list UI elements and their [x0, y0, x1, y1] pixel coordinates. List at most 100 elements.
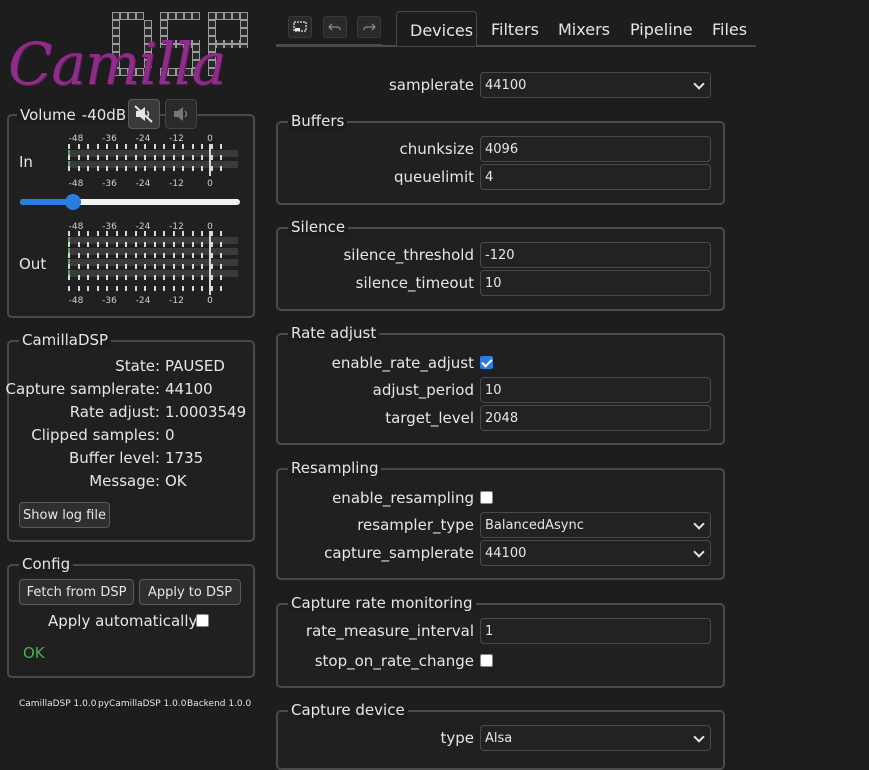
- meter-tick: [182, 144, 184, 176]
- samplerate-label: samplerate: [388, 76, 474, 94]
- silence-threshold-input[interactable]: -120: [480, 242, 711, 268]
- rate-measure-interval-input[interactable]: 1: [480, 618, 711, 644]
- mute-button[interactable]: [128, 99, 160, 129]
- meter-tick: [134, 231, 137, 295]
- queuelimit-input[interactable]: 4: [480, 164, 711, 190]
- status-key: Rate adjust:: [69, 403, 160, 421]
- samplerate-select[interactable]: 44100: [480, 72, 711, 98]
- capture-samplerate-label: capture_samplerate: [324, 544, 474, 562]
- meter-tick: [163, 144, 165, 176]
- version-pycamilladsp: pyCamillaDSP 1.0.0: [98, 699, 187, 709]
- fetch-from-dsp-button[interactable]: Fetch from DSP: [19, 579, 134, 605]
- tab-mixers[interactable]: Mixers: [558, 20, 610, 39]
- logo-script-text: Camilla: [8, 30, 226, 98]
- chunksize-label: chunksize: [399, 140, 474, 158]
- config-legend: Config: [19, 555, 74, 573]
- stop-on-rate-change-checkbox[interactable]: [480, 654, 493, 667]
- capture-samplerate-select[interactable]: 44100: [480, 540, 711, 566]
- show-log-button[interactable]: Show log file: [19, 502, 110, 528]
- config-status-text: OK: [23, 644, 45, 662]
- meter-tick: [96, 231, 99, 295]
- status-row: Clipped samples: 0: [31, 426, 175, 444]
- meter-tick: [106, 231, 108, 295]
- meter-scale-label: -24: [135, 134, 151, 144]
- meter-scale-label: -24: [135, 296, 151, 306]
- meter-tick: [153, 144, 156, 176]
- status-value: 1.0003549: [165, 403, 247, 421]
- undo-button[interactable]: [323, 16, 347, 38]
- chunksize-input[interactable]: 4096: [480, 136, 711, 162]
- meter-tick: [125, 231, 127, 295]
- buffers-legend: Buffers: [288, 112, 348, 130]
- silence-threshold-label: silence_threshold: [343, 246, 474, 264]
- meter-scale-label: -36: [102, 179, 117, 189]
- meter-scale-label: -48: [68, 134, 84, 144]
- volume-slider-track[interactable]: [20, 194, 240, 210]
- meter-tick: [115, 231, 118, 295]
- status-value: 1735: [165, 449, 204, 467]
- stop-on-rate-change-label: stop_on_rate_change: [314, 652, 474, 670]
- status-key: State:: [115, 357, 160, 375]
- meter-tick: [201, 231, 203, 295]
- meter-tick: [68, 231, 70, 295]
- volume-slider-thumb[interactable]: [64, 194, 81, 210]
- meter-scale-label: -24: [135, 222, 151, 232]
- adjust-period-label: adjust_period: [372, 381, 474, 399]
- meter-scale-label: 0: [207, 134, 213, 144]
- meter-out-label: Out: [19, 255, 47, 273]
- version-backend: Backend 1.0.0: [187, 699, 252, 709]
- meter-tick: [201, 144, 203, 176]
- redo-button[interactable]: [357, 16, 381, 38]
- meter-in-label: In: [19, 153, 33, 171]
- screen-button[interactable]: [288, 16, 312, 38]
- volume-label: Volume: [20, 106, 76, 124]
- meter-tick: [172, 231, 175, 295]
- status-row: State: PAUSED: [115, 357, 225, 375]
- meter-tick: [220, 231, 222, 295]
- enable-resampling-checkbox[interactable]: [480, 491, 493, 504]
- tab-filters[interactable]: Filters: [491, 20, 539, 39]
- resampling-legend: Resampling: [288, 459, 382, 477]
- target-level-label: target_level: [385, 409, 474, 427]
- capture-device-legend: Capture device: [288, 701, 408, 719]
- speaker-muted-icon: [134, 105, 153, 123]
- unmute-button[interactable]: [165, 99, 197, 129]
- meter-scale-label: -24: [135, 179, 151, 189]
- status-key: Message:: [89, 472, 160, 490]
- target-level-input[interactable]: 2048: [480, 405, 711, 431]
- meter-tick: [163, 231, 165, 295]
- silence-timeout-label: silence_timeout: [355, 274, 474, 292]
- resampler-type-select[interactable]: BalancedAsync: [480, 512, 711, 538]
- status-row: Buffer level: 1735: [69, 449, 204, 467]
- meter-tick: [115, 144, 118, 176]
- meter-tick: [144, 144, 146, 176]
- volume-value: -40dB: [81, 106, 127, 124]
- adjust-period-input[interactable]: 10: [480, 377, 711, 403]
- status-key: Buffer level:: [68, 449, 160, 467]
- meter-tick: [87, 231, 89, 295]
- silence-timeout-input[interactable]: 10: [480, 270, 711, 296]
- meter-tick: [125, 144, 127, 176]
- meter-tick: [96, 144, 99, 176]
- meter-tick: [191, 144, 194, 176]
- apply-to-dsp-button[interactable]: Apply to DSP: [139, 579, 241, 605]
- meter-tick: [191, 231, 194, 295]
- silence-legend: Silence: [288, 218, 349, 236]
- meter-scale-label: -48: [68, 222, 84, 232]
- status-value: 0: [165, 426, 175, 444]
- status-key: Capture samplerate:: [5, 380, 160, 398]
- tab-pipeline[interactable]: Pipeline: [630, 20, 693, 39]
- rate-adjust-legend: Rate adjust: [288, 324, 380, 342]
- tab-bar-line: [276, 45, 756, 47]
- tab-files[interactable]: Files: [712, 20, 747, 39]
- buffers-group: Buffers: [276, 112, 725, 205]
- meter-tick: [68, 144, 70, 176]
- apply-automatically-checkbox[interactable]: [196, 614, 209, 627]
- tab-devices[interactable]: Devices: [410, 21, 473, 40]
- meter-tick: [182, 231, 184, 295]
- screen-icon: [293, 21, 307, 32]
- capture-type-select[interactable]: Alsa: [480, 725, 711, 751]
- meter-scale-label: -36: [102, 134, 117, 144]
- silence-group: Silence: [276, 218, 725, 311]
- enable-rate-adjust-checkbox[interactable]: [480, 356, 493, 369]
